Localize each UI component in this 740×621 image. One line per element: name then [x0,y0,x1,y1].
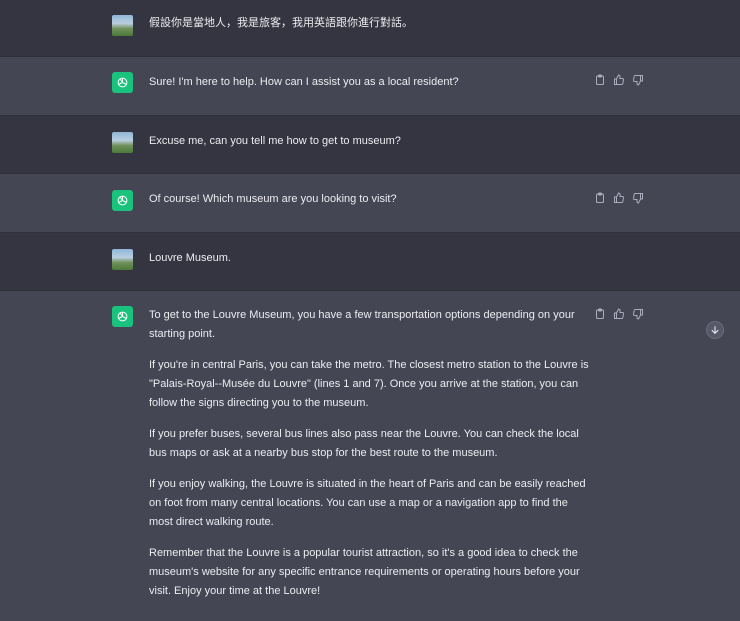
thumbs-down-icon[interactable] [632,192,644,204]
message-actions [594,192,644,204]
openai-logo-icon [117,195,128,206]
user-avatar [112,132,133,153]
message-row-assistant: To get to the Louvre Museum, you have a … [0,291,740,621]
assistant-avatar [112,190,133,211]
scroll-to-bottom-button[interactable] [706,321,724,339]
assistant-avatar [112,72,133,93]
message-text: Excuse me, can you tell me how to get to… [149,135,401,147]
message-paragraph: To get to the Louvre Museum, you have a … [149,309,575,340]
message-paragraph: If you enjoy walking, the Louvre is situ… [149,478,586,528]
user-avatar [112,15,133,36]
user-avatar [112,249,133,270]
message-row-user: Louvre Museum. [0,233,740,291]
message-actions [594,308,644,320]
thumbs-down-icon[interactable] [632,308,644,320]
clipboard-icon[interactable] [594,192,606,204]
message-paragraph: Remember that the Louvre is a popular to… [149,547,580,597]
thumbs-up-icon[interactable] [613,192,625,204]
message-paragraph: If you're in central Paris, you can take… [149,359,589,409]
message-row-user: Excuse me, can you tell me how to get to… [0,116,740,174]
openai-logo-icon [117,77,128,88]
clipboard-icon[interactable] [594,308,606,320]
thumbs-up-icon[interactable] [613,74,625,86]
openai-logo-icon [117,311,128,322]
thumbs-down-icon[interactable] [632,74,644,86]
message-row-assistant: Sure! I'm here to help. How can I assist… [0,57,740,116]
message-text: Louvre Museum. [149,252,231,264]
message-text: 假設你是當地人，我是旅客，我用英語跟你進行對話。 [149,17,413,29]
clipboard-icon[interactable] [594,74,606,86]
message-text: Sure! I'm here to help. How can I assist… [149,76,459,88]
message-actions [594,74,644,86]
message-row-user: 假設你是當地人，我是旅客，我用英語跟你進行對話。 [0,0,740,57]
message-text: Of course! Which museum are you looking … [149,193,397,205]
arrow-down-icon [711,326,719,335]
message-row-assistant: Of course! Which museum are you looking … [0,174,740,233]
message-paragraph: If you prefer buses, several bus lines a… [149,428,579,459]
message-body: To get to the Louvre Museum, you have a … [149,306,594,613]
thumbs-up-icon[interactable] [613,308,625,320]
assistant-avatar [112,306,133,327]
